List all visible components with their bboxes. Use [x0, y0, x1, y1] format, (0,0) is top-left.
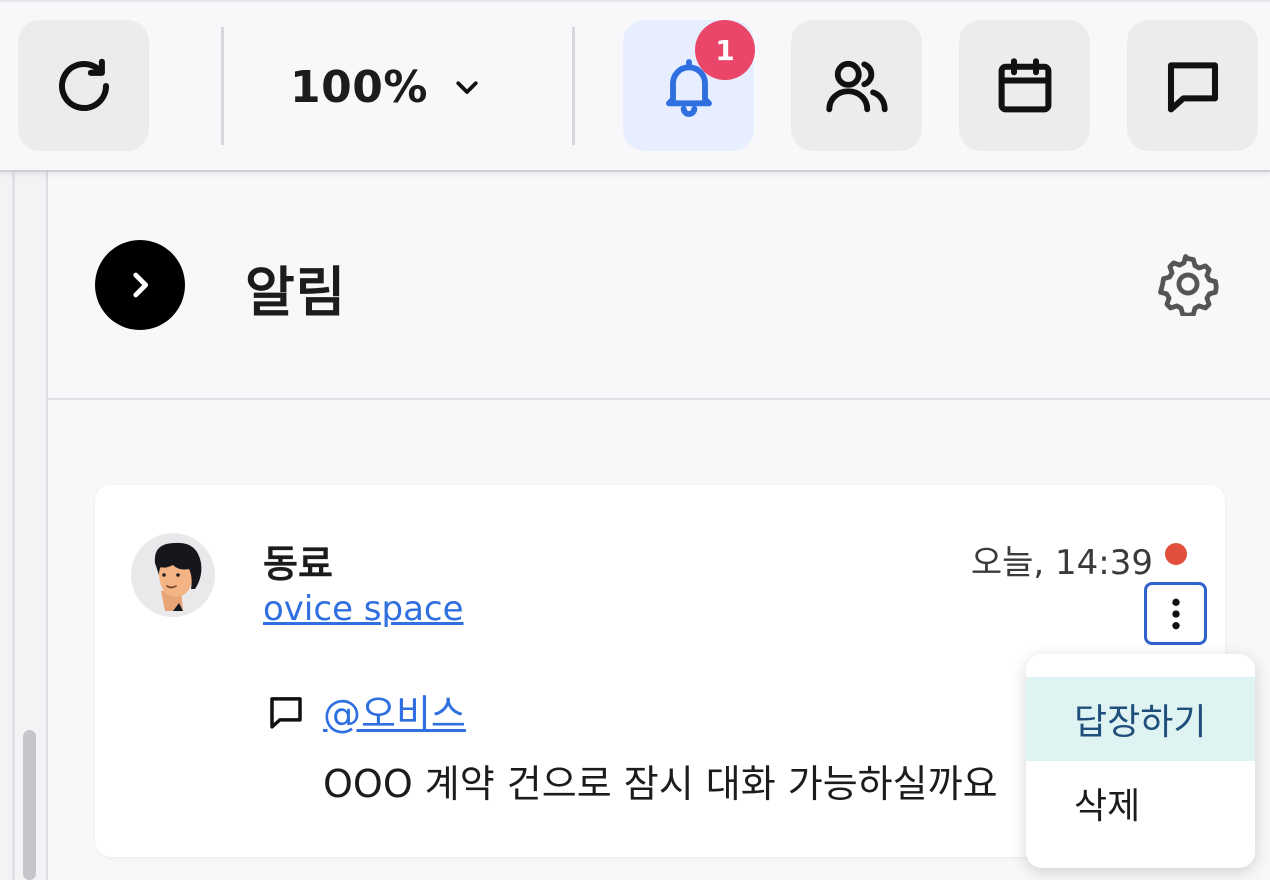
notifications-panel-header: 알림	[48, 172, 1270, 400]
notification-settings-button[interactable]	[1156, 252, 1220, 318]
mention-link[interactable]: @오비스	[323, 683, 466, 738]
zoom-dropdown[interactable]: 100%	[290, 52, 482, 122]
collapse-panel-button[interactable]	[95, 240, 185, 330]
refresh-icon	[58, 58, 109, 111]
sender-name: 동료	[263, 542, 333, 586]
notification-message: OOO 계약 건으로 잠시 대화 가능하실까요	[323, 762, 998, 806]
panel-title: 알림	[245, 261, 347, 324]
calendar-icon	[998, 57, 1051, 112]
toolbar-divider	[221, 27, 224, 145]
more-vertical-icon	[1171, 598, 1180, 629]
gear-icon	[1158, 254, 1219, 318]
refresh-button[interactable]	[18, 20, 149, 151]
top-toolbar: 100% 1	[0, 0, 1270, 172]
members-button[interactable]	[791, 20, 922, 151]
calendar-button[interactable]	[959, 20, 1090, 151]
delete-menu-item[interactable]: 삭제	[1026, 761, 1255, 845]
reply-menu-item[interactable]: 답장하기	[1026, 677, 1255, 761]
avatar	[131, 533, 215, 617]
unread-indicator	[1165, 543, 1187, 565]
notification-count-badge: 1	[695, 20, 755, 80]
scrollbar-thumb[interactable]	[23, 730, 36, 880]
chat-button[interactable]	[1127, 20, 1258, 151]
zoom-value: 100%	[290, 61, 428, 113]
gutter-divider	[12, 172, 15, 880]
toolbar-divider	[572, 27, 575, 145]
chevron-down-icon	[456, 81, 478, 94]
more-options-button[interactable]	[1144, 582, 1207, 645]
notification-context-menu: 답장하기 삭제	[1026, 654, 1255, 868]
space-link[interactable]: ovice space	[263, 589, 464, 629]
person-avatar-icon	[154, 542, 202, 611]
comment-icon	[265, 691, 307, 737]
chat-icon	[1167, 61, 1218, 112]
people-icon	[825, 60, 888, 112]
notification-timestamp: 오늘, 14:39	[970, 543, 1153, 583]
chevron-right-icon	[133, 272, 149, 298]
